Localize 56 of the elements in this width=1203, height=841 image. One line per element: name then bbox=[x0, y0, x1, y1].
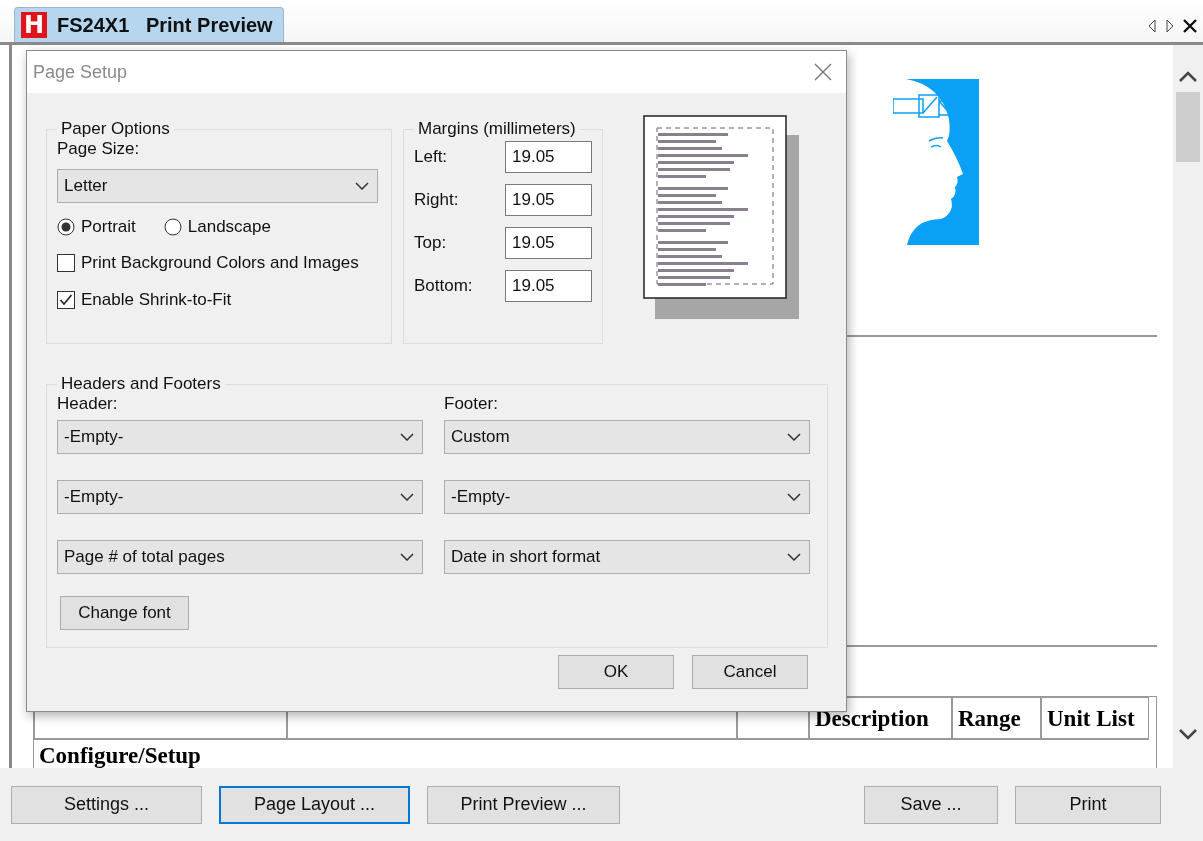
checkbox-label: Print Background Colors and Images bbox=[81, 253, 359, 273]
chevron-down-icon bbox=[400, 553, 414, 561]
toolbar-button[interactable]: Print Preview ... bbox=[427, 785, 620, 824]
header-dropdown[interactable]: -Empty- bbox=[57, 480, 423, 514]
field-label: Header: bbox=[57, 394, 119, 414]
field-label: Bottom: bbox=[414, 275, 473, 296]
chevron-down-icon bbox=[787, 553, 801, 561]
scrollbar-thumb[interactable] bbox=[1176, 92, 1200, 162]
margin-input[interactable]: 19.05 bbox=[505, 140, 592, 173]
margin-input[interactable]: 19.05 bbox=[505, 269, 592, 302]
group-legend: Margins (millimeters) bbox=[414, 119, 580, 139]
ok-button[interactable]: OK bbox=[558, 655, 674, 689]
column-header: Unit List bbox=[1041, 697, 1149, 739]
tab-title: FS24X1 Print Preview bbox=[57, 13, 273, 37]
dialog-title: Page Setup bbox=[33, 61, 128, 83]
radio-label: Landscape bbox=[187, 217, 271, 237]
footer-dropdown[interactable]: -Empty- bbox=[444, 480, 810, 514]
group-legend: Paper Options bbox=[57, 119, 174, 139]
group-legend: Headers and Footers bbox=[57, 374, 225, 394]
scroll-left-icon[interactable] bbox=[1147, 18, 1157, 34]
page-size-dropdown[interactable]: Letter bbox=[57, 169, 378, 203]
checkbox[interactable] bbox=[57, 291, 75, 309]
field-label: Right: bbox=[414, 189, 459, 210]
toolbar-button[interactable]: Page Layout ... bbox=[219, 785, 410, 824]
checkbox-label: Enable Shrink-to-Fit bbox=[81, 290, 232, 310]
toolbar-button[interactable]: Settings ... bbox=[11, 785, 202, 824]
change-font-button[interactable]: Change font bbox=[60, 596, 189, 630]
scroll-down-icon[interactable] bbox=[1179, 729, 1197, 740]
scroll-up-icon[interactable] bbox=[1179, 71, 1197, 82]
chevron-down-icon bbox=[787, 433, 801, 441]
scroll-right-icon[interactable] bbox=[1165, 18, 1175, 34]
close-icon[interactable] bbox=[1183, 19, 1197, 33]
radio-button[interactable] bbox=[57, 218, 75, 236]
toolbar-button[interactable]: Print bbox=[1015, 785, 1161, 824]
radio-button[interactable] bbox=[163, 218, 182, 236]
field-label: Page Size: bbox=[57, 139, 141, 159]
margin-input[interactable]: 19.05 bbox=[505, 226, 592, 259]
checkbox[interactable] bbox=[57, 254, 75, 272]
header-dropdown[interactable]: Page # of total pages bbox=[57, 540, 423, 574]
chevron-down-icon bbox=[400, 433, 414, 441]
field-label: Top: bbox=[414, 232, 447, 253]
column-header: Range bbox=[952, 697, 1041, 739]
chevron-down-icon bbox=[355, 182, 369, 190]
chevron-down-icon bbox=[400, 493, 414, 501]
document-tab[interactable]: H FS24X1 Print Preview bbox=[14, 7, 284, 42]
app-logo: H bbox=[21, 12, 47, 38]
field-label: Left: bbox=[414, 146, 448, 167]
footer-dropdown[interactable]: Custom bbox=[444, 420, 810, 454]
footer-dropdown[interactable]: Date in short format bbox=[444, 540, 810, 574]
margin-input[interactable]: 19.05 bbox=[505, 183, 592, 216]
toolbar-button[interactable]: Save ... bbox=[864, 785, 998, 824]
radio-label: Portrait bbox=[81, 217, 136, 237]
header-dropdown[interactable]: -Empty- bbox=[57, 420, 423, 454]
cancel-button[interactable]: Cancel bbox=[692, 655, 808, 689]
field-label: Footer: bbox=[444, 394, 499, 414]
chevron-down-icon bbox=[787, 493, 801, 501]
